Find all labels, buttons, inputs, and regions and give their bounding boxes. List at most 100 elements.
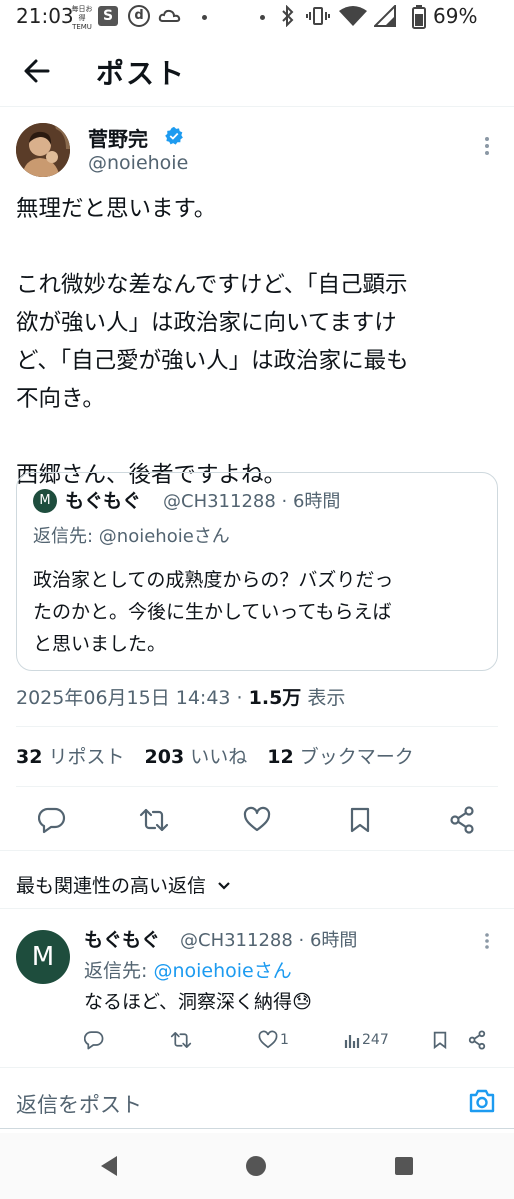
reply-avatar[interactable]: M [16, 930, 70, 984]
back-arrow-icon[interactable] [22, 56, 52, 86]
reply-bookmark-button[interactable] [432, 1028, 448, 1052]
camera-icon[interactable] [468, 1088, 496, 1114]
status-bar: 21:03 毎日お得 TEMU S d 69% [0, 0, 514, 34]
tweet-line [16, 418, 500, 456]
reply-compose-bar: 返信をポスト [0, 1068, 514, 1130]
like-icon [258, 1030, 278, 1049]
temu-icon: 毎日お得 TEMU [71, 5, 93, 32]
verified-badge-icon [165, 126, 183, 145]
reply-view-count: 247 [362, 1032, 389, 1048]
repost-stat[interactable]: 32 リポスト [16, 746, 124, 768]
reply-to-line: 返信先: @noiehoieさん [84, 956, 292, 983]
timestamp-divider [16, 726, 498, 727]
s-app-icon: S [98, 6, 118, 26]
reply-icon [84, 1031, 104, 1050]
reply-repost-button[interactable] [170, 1028, 192, 1052]
temu-tagline: 毎日お得 [71, 5, 93, 22]
like-count: 203 [144, 746, 185, 768]
battery-icon [412, 5, 426, 29]
reply-like-button[interactable]: 1 [258, 1028, 289, 1052]
like-stat[interactable]: 203 いいね [145, 746, 248, 768]
bookmark-stat[interactable]: 12 ブックマーク [267, 746, 413, 768]
author-name[interactable]: 菅野完 [88, 123, 148, 152]
quote-author-name: もぐもぐ [65, 490, 142, 512]
tweet-line: 無理だと思います。 [16, 196, 217, 222]
d-app-icon: d [128, 5, 150, 27]
reply-compose-input[interactable]: 返信をポスト [16, 1089, 142, 1119]
tweet-line: これ微妙な差なんですけど、「自己顕示 [16, 272, 408, 298]
tweet-text: 無理だと思います。 これ微妙な差なんですけど、「自己顕示 欲が強い人」は政治家に… [16, 190, 500, 494]
repost-icon [170, 1032, 192, 1048]
tweet-line: 不向き。 [16, 386, 105, 412]
nav-back-icon[interactable] [99, 1155, 119, 1177]
reply-text-body: なるほど、洞察深く納得 [84, 991, 293, 1013]
quoted-post[interactable]: M もぐもぐ @CH311288 · 6時間 返信先: @noiehoieさん … [16, 472, 498, 671]
page-title: ポスト [96, 57, 187, 90]
signal-icon [374, 5, 396, 27]
dot-icon [202, 15, 207, 20]
temu-label: TEMU [72, 23, 92, 31]
nav-home-icon[interactable] [245, 1155, 267, 1177]
cloud-icon [158, 9, 181, 22]
engagement-stats: 32 リポスト 203 いいね 12 ブックマーク [16, 742, 428, 769]
sort-divider [0, 908, 514, 909]
avatar-photo [16, 123, 70, 177]
reply-more-options-icon[interactable] [484, 932, 490, 950]
stats-divider [16, 786, 498, 787]
share-icon[interactable] [449, 806, 475, 834]
reply-author-meta: @CH311288 · 6時間 [180, 930, 358, 951]
dot-icon [260, 15, 265, 20]
tweet-line [16, 228, 500, 266]
repost-count: 32 [16, 746, 43, 768]
post-datetime[interactable]: 2025年06月15日 14:43 [16, 687, 231, 709]
tweet-line: 欲が強い人」は政治家に向いてますけ [16, 310, 397, 336]
quote-line: 政治家としての成熟度からの？バズりだっ [33, 569, 394, 591]
quote-line: と思いました。 [33, 633, 167, 655]
post-timestamp: 2025年06月15日 14:43 · 1.5万 表示 [16, 683, 345, 710]
top-app-bar: ポスト [0, 40, 514, 102]
repost-icon[interactable] [139, 806, 169, 834]
battery-percentage: 69% [433, 4, 478, 28]
reply-icon[interactable] [38, 806, 66, 834]
vibrate-icon [306, 7, 330, 25]
quote-author-meta: @CH311288 · 6時間 [163, 491, 341, 512]
reply-sort-label: 最も関連性の高い返信 [16, 875, 207, 897]
bluetooth-icon [282, 5, 294, 27]
quote-avatar: M [33, 489, 57, 513]
actions-divider [0, 850, 514, 851]
bookmark-icon[interactable] [348, 806, 372, 834]
reply-like-count: 1 [280, 1032, 289, 1048]
reply-sort-dropdown[interactable]: 最も関連性の高い返信 [16, 871, 232, 898]
reply-to-handle[interactable]: @noiehoieさん [153, 960, 291, 982]
repost-label: リポスト [48, 746, 125, 768]
analytics-icon [344, 1035, 360, 1048]
more-options-icon[interactable] [484, 136, 490, 156]
quote-line: たのかと。今後に生かしていってもらえば [33, 601, 392, 623]
timestamp-separator: · [230, 687, 249, 709]
chevron-down-icon [218, 882, 230, 890]
tweet-line: ど、「自己愛が強い人」は政治家に最も [16, 348, 409, 374]
compose-bottom-divider [0, 1128, 514, 1129]
like-icon[interactable] [243, 806, 271, 834]
wifi-icon [339, 6, 367, 26]
view-count: 1.5万 [248, 687, 302, 709]
status-time: 21:03 [16, 4, 74, 28]
reply-views-button[interactable]: 247 [344, 1028, 389, 1052]
quote-reply-to: 返信先: @noiehoieさん [33, 526, 230, 547]
author-avatar[interactable] [16, 123, 70, 177]
reply-author-name[interactable]: もぐもぐ [84, 925, 160, 952]
bookmark-label: ブックマーク [299, 746, 414, 768]
bookmark-count: 12 [267, 746, 294, 768]
bookmark-icon [433, 1031, 447, 1050]
reply-to-prefix: 返信先: [84, 960, 154, 982]
author-handle[interactable]: @noiehoie [88, 152, 188, 174]
reply-text: なるほど、洞察深く納得😓 [84, 987, 312, 1014]
header-divider [0, 106, 514, 107]
system-navigation-bar [0, 1133, 514, 1199]
reply-reply-button[interactable] [84, 1028, 104, 1052]
reply-share-button[interactable] [468, 1028, 486, 1052]
like-label: いいね [190, 746, 248, 768]
share-icon [468, 1030, 486, 1050]
nav-recents-icon[interactable] [394, 1156, 414, 1176]
view-count-label: 表示 [301, 687, 346, 709]
